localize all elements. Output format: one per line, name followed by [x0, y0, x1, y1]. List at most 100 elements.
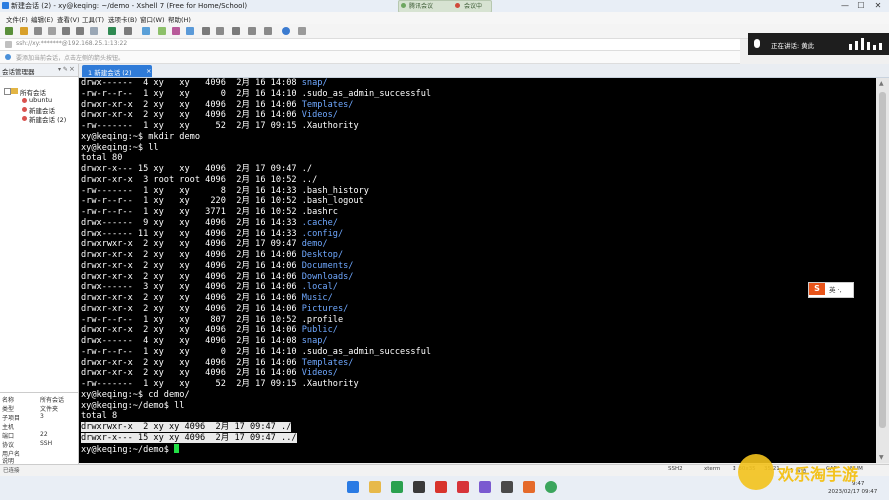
terminal-text: drwx------ 9 xy xy 4096 2月 16 14:33	[81, 217, 302, 228]
tab-close-button[interactable]: ×	[146, 67, 151, 75]
menu-help[interactable]: 帮助(H)	[168, 14, 191, 24]
terminal-line: -rw-r--r-- 1 xy xy 3771 2月 16 10:52 .bas…	[81, 207, 431, 218]
directory-name: Documents/	[301, 260, 354, 271]
directory-name: Videos/	[301, 368, 338, 379]
minimize-button[interactable]: —	[837, 0, 853, 12]
terminal-line: drwx------ 9 xy xy 4096 2月 16 14:33 .cac…	[81, 218, 431, 229]
lock-icon[interactable]	[202, 27, 210, 35]
sogou-ime-icon[interactable]: S	[809, 283, 825, 295]
more-icon[interactable]	[298, 27, 306, 35]
terminal-text: xy@keqing:~$ ll	[81, 142, 159, 153]
directory-name: snap/	[301, 336, 328, 346]
terminal-text: drwxr-xr-x 2 xy xy 4096 2月 16 14:06	[81, 293, 302, 303]
terminal-line: drwxrwxr-x 2 xy xy 4096 2月 17 09:47 ./	[81, 422, 431, 433]
terminal-text: drwxr-x--- 15 xy xy 4096 2月 17 09:47	[81, 432, 282, 443]
terminal-text: drwxr-xr-x 2 xy xy 4096 2月 16 14:06	[81, 110, 302, 121]
fullscreen-icon[interactable]	[232, 27, 240, 35]
app-red-icon[interactable]	[457, 481, 469, 493]
wps-icon[interactable]	[435, 481, 447, 493]
terminal-line: -rw------- 1 xy xy 52 2月 17 09:15 .Xauth…	[81, 379, 431, 390]
terminal-text: drwxr-x--- 15 xy xy 4096 2月 17 09:47 ./	[81, 164, 313, 174]
app-h-icon[interactable]	[391, 481, 403, 493]
chrome-icon[interactable]	[545, 481, 557, 493]
taskbar-clock-date[interactable]: 2023/02/17 09:47	[828, 489, 877, 495]
menu-tools[interactable]: 工具(T)	[82, 14, 104, 24]
script-icon[interactable]	[172, 27, 180, 35]
terminal-text: drwxrwxr-x 2 xy xy 4096 2月 17 09:47	[81, 239, 302, 250]
transfer-icon[interactable]	[158, 27, 166, 35]
settings-icon[interactable]	[264, 27, 272, 35]
pin-button[interactable]: ▾ ✎	[58, 66, 68, 73]
menu-file[interactable]: 文件(F)	[6, 14, 28, 24]
menu-view[interactable]: 查看(V)	[57, 14, 80, 24]
terminal-line: -rw-r--r-- 1 xy xy 220 2月 16 10:52 .bash…	[81, 196, 431, 207]
directory-name: Music/	[301, 293, 333, 303]
xftp-icon[interactable]	[186, 27, 194, 35]
terminal-line: drwxr-xr-x 2 xy xy 4096 2月 16 14:06 Down…	[81, 272, 431, 283]
terminal-line: -rw-r--r-- 1 xy xy 807 2月 16 10:52 .prof…	[81, 315, 431, 326]
compose-icon[interactable]	[248, 27, 256, 35]
scroll-down-icon[interactable]: ▼	[879, 454, 884, 461]
terminal-line: drwxr-xr-x 2 xy xy 4096 2月 16 14:06 Publ…	[81, 325, 431, 336]
start-icon[interactable]	[347, 481, 359, 493]
terminal-text: drwx------ 3 xy xy 4096 2月 16 14:06	[81, 282, 302, 293]
directory-name: Pictures/	[301, 303, 349, 314]
session-manager-close-button[interactable]: ×	[69, 65, 75, 73]
property-value: 22	[40, 431, 48, 438]
web-icon[interactable]	[142, 27, 150, 35]
directory-name: Public/	[301, 325, 338, 336]
address-input[interactable]: ssh://xy:*******@192.168.25.1:13:22	[16, 40, 127, 47]
help-icon[interactable]	[282, 27, 290, 35]
menu-window[interactable]: 窗口(W)	[140, 14, 165, 24]
menu-tabs[interactable]: 选项卡(B)	[108, 14, 137, 24]
copy-icon[interactable]	[62, 27, 70, 35]
address-arrow-icon[interactable]	[5, 41, 12, 48]
scroll-up-icon[interactable]: ▲	[879, 80, 884, 87]
folder-icon	[11, 88, 18, 94]
terminal-output[interactable]: drwx------ 4 xy xy 4096 2月 16 14:08 snap…	[79, 78, 876, 463]
terminal-lines: drwx------ 4 xy xy 4096 2月 16 14:08 snap…	[81, 78, 431, 455]
terminal-text: drwxr-xr-x 2 xy xy 4096 2月 16 14:06	[81, 271, 302, 282]
scrollbar-thumb[interactable]	[879, 92, 886, 428]
firefox-icon[interactable]	[523, 481, 535, 493]
disconnect-icon[interactable]	[48, 27, 56, 35]
file-explorer-icon[interactable]	[369, 481, 381, 493]
paste-icon[interactable]	[76, 27, 84, 35]
terminal-line: -rw-r--r-- 1 xy xy 0 2月 16 14:10 .sudo_a…	[81, 89, 431, 100]
app-dark-icon[interactable]	[501, 481, 513, 493]
new-session-icon[interactable]	[5, 27, 13, 35]
terminal-line: drwxr-xr-x 2 xy xy 4096 2月 16 14:06 Docu…	[81, 261, 431, 272]
directory-name: Templates/	[301, 357, 354, 368]
link-icon[interactable]	[34, 27, 42, 35]
terminal-line: xy@keqing:~$ ll	[81, 143, 431, 154]
terminal-text: total 8	[81, 411, 118, 422]
ime-mode-label[interactable]: 英 ·,	[829, 284, 842, 294]
color-scheme-icon[interactable]	[108, 27, 116, 35]
directory-name: Templates/	[301, 99, 354, 110]
find-icon[interactable]	[90, 27, 98, 35]
font-icon[interactable]	[124, 27, 132, 35]
meeting-status: 会议中	[464, 3, 483, 10]
terminal-cursor	[174, 443, 180, 453]
tree-item-ubuntu[interactable]: ubuntu	[29, 96, 52, 104]
terminal-text: drwxr-xr-x 2 xy xy 4096 2月 16 14:06	[81, 260, 302, 271]
terminal-line: -rw------- 1 xy xy 52 2月 17 09:15 .Xauth…	[81, 121, 431, 132]
terminal-app-icon[interactable]	[413, 481, 425, 493]
terminal-text: xy@keqing:~/demo$	[81, 444, 175, 455]
tree-item-new-session-2[interactable]: 新建会话 (2)	[29, 114, 66, 124]
terminal-line: drwxr-x--- 15 xy xy 4096 2月 17 09:47 ../	[81, 432, 431, 444]
close-button[interactable]: ✕	[870, 0, 886, 12]
speaking-label: 正在讲话: 黄此	[771, 42, 815, 50]
session-manager-title: 会话管理器	[2, 68, 35, 76]
terminal-line: drwxr-x--- 15 xy xy 4096 2月 17 09:47 ./	[81, 164, 431, 175]
session-icon	[22, 107, 27, 112]
menu-edit[interactable]: 编辑(E)	[31, 14, 53, 24]
maximize-button[interactable]: ☐	[853, 0, 869, 12]
terminal-text: xy@keqing:~/demo$ ll	[81, 400, 185, 411]
keyboard-icon[interactable]	[216, 27, 224, 35]
tree-expand-icon[interactable]	[4, 88, 11, 95]
open-folder-icon[interactable]	[20, 27, 28, 35]
property-key: 主机	[2, 424, 15, 431]
chat-app-icon[interactable]	[479, 481, 491, 493]
terminal-line: xy@keqing:~$ mkdir demo	[81, 132, 431, 143]
